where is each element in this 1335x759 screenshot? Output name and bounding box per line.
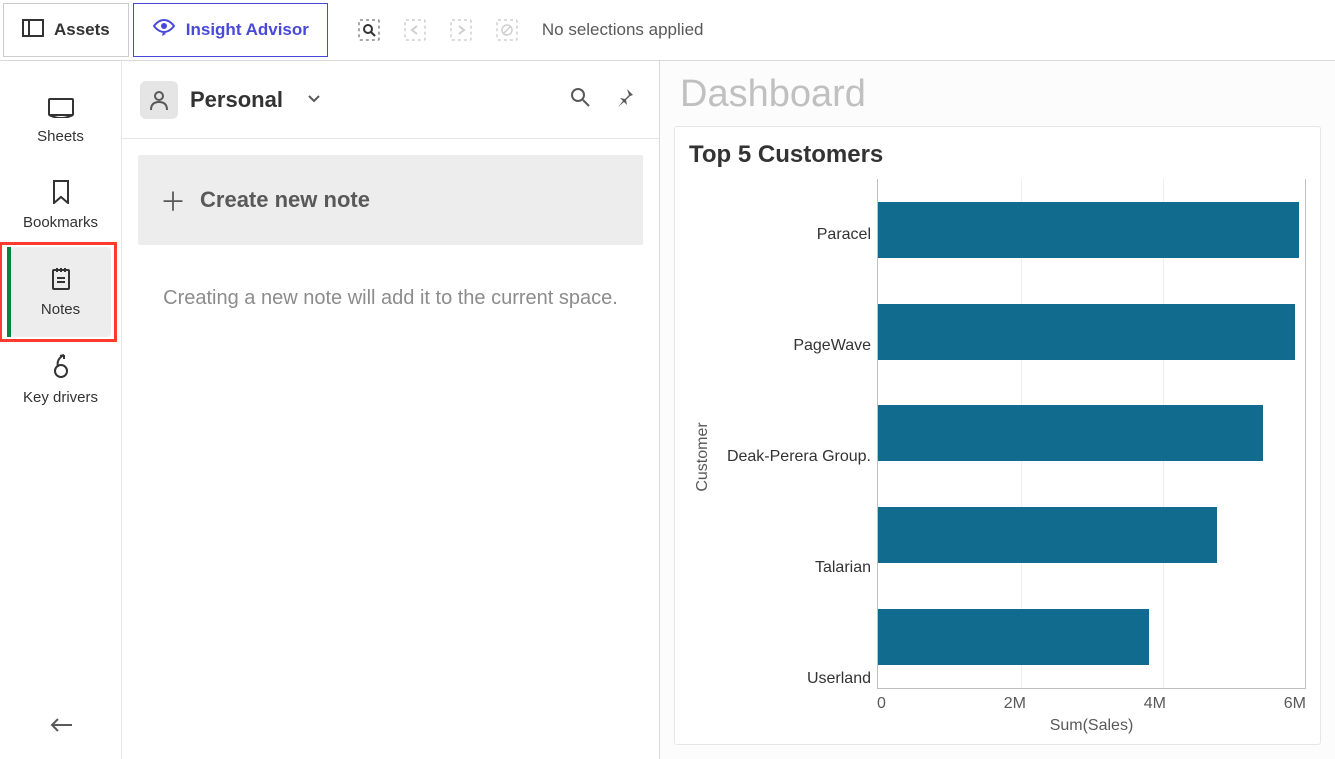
- sidebar-item-label: Bookmarks: [23, 214, 98, 231]
- step-forward-icon: [450, 19, 472, 41]
- bookmark-icon: [52, 180, 70, 208]
- chart-category-label: Deak-Perera Group.: [717, 429, 871, 485]
- dashboard-area: Dashboard Top 5 Customers Customer Parac…: [660, 61, 1335, 759]
- sidebar-item-notes[interactable]: Notes: [11, 247, 111, 337]
- plus-icon: ＋: [160, 182, 186, 219]
- create-note-label: Create new note: [200, 187, 370, 213]
- person-icon: [148, 89, 170, 111]
- chart-x-tick: 6M: [1284, 695, 1306, 713]
- chart-x-tick: 2M: [1004, 695, 1026, 713]
- chart-plot-area: [877, 179, 1306, 688]
- search-icon: [569, 86, 591, 108]
- notes-empty-message: Creating a new note will add it to the c…: [122, 257, 659, 340]
- assets-button[interactable]: Assets: [3, 3, 129, 57]
- create-note-button[interactable]: ＋ Create new note: [138, 155, 643, 245]
- notes-icon: [51, 267, 71, 295]
- chart-x-tick: 4M: [1144, 695, 1166, 713]
- scope-label: Personal: [190, 87, 283, 113]
- chart-category-label: PageWave: [717, 318, 871, 374]
- chevron-down-icon: [307, 94, 321, 104]
- chart-bar[interactable]: [878, 507, 1217, 563]
- sidebar-item-label: Key drivers: [23, 389, 98, 406]
- chart-category-label: Talarian: [717, 540, 871, 596]
- insight-label: Insight Advisor: [186, 20, 309, 40]
- sidebar-item-sheets[interactable]: Sheets: [11, 79, 111, 163]
- chart-category-labels: Paracel PageWave Deak-Perera Group. Talaria…: [717, 179, 877, 734]
- assets-label: Assets: [54, 20, 110, 40]
- chart-x-tick: 0: [877, 695, 886, 713]
- no-selections-text: No selections applied: [518, 0, 704, 60]
- top-toolbar: Assets Insight Advisor No selections app…: [0, 0, 1335, 61]
- sidebar-item-label: Sheets: [37, 128, 84, 145]
- chart-body: Customer Paracel PageWave Deak-Perera Grou…: [689, 179, 1306, 734]
- chart-category-label: Paracel: [717, 207, 871, 263]
- dashboard-title: Dashboard: [660, 61, 1335, 126]
- step-back-icon: [404, 19, 426, 41]
- pin-button[interactable]: [609, 81, 641, 118]
- chart-bar[interactable]: [878, 609, 1149, 665]
- smart-search-icon[interactable]: [358, 19, 380, 41]
- notes-panel: Personal ＋ Create new note Creating a ne…: [122, 61, 660, 759]
- selection-tool-group: [340, 0, 518, 60]
- sidebar-item-label: Notes: [41, 301, 80, 318]
- chart-bar[interactable]: [878, 304, 1295, 360]
- pin-icon: [615, 87, 635, 107]
- chart-y-axis-label: Customer: [694, 422, 712, 491]
- chart-category-label: Userland: [717, 651, 871, 707]
- clear-selections-icon: [496, 19, 518, 41]
- key-drivers-icon: [50, 353, 72, 383]
- insight-advisor-button[interactable]: Insight Advisor: [133, 3, 328, 57]
- chart-bar[interactable]: [878, 202, 1299, 258]
- panel-icon: [22, 19, 44, 42]
- search-notes-button[interactable]: [563, 80, 597, 119]
- collapse-sidebar-icon[interactable]: [48, 716, 74, 739]
- chart-card-top-customers[interactable]: Top 5 Customers Customer Paracel PageWave…: [674, 126, 1321, 745]
- left-sidebar: Sheets Bookmarks Notes Key drivers: [0, 61, 122, 759]
- chart-title: Top 5 Customers: [689, 141, 1306, 169]
- insight-icon: [152, 18, 176, 43]
- chart-x-axis-label: Sum(Sales): [877, 713, 1306, 735]
- sidebar-item-bookmarks[interactable]: Bookmarks: [11, 163, 111, 247]
- notes-panel-header: Personal: [122, 61, 659, 139]
- scope-dropdown-chevron[interactable]: [307, 91, 321, 109]
- sheets-icon: [48, 98, 74, 122]
- chart-x-ticks: 0 2M 4M 6M: [877, 689, 1306, 713]
- sidebar-item-key-drivers[interactable]: Key drivers: [11, 337, 111, 421]
- chart-bar[interactable]: [878, 405, 1263, 461]
- scope-avatar[interactable]: [140, 81, 178, 119]
